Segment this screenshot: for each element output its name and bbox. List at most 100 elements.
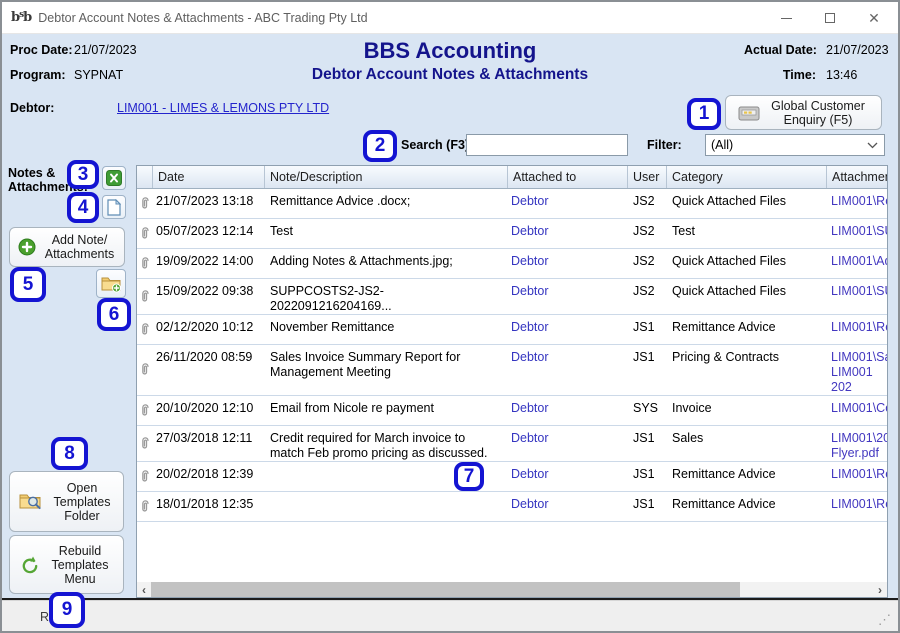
attached-to-link[interactable]: Debtor [511,497,549,511]
cell-user: JS2 [627,219,666,248]
callout-7: 7 [454,462,484,491]
new-note-button[interactable] [102,195,126,219]
attachment-link[interactable]: LIM001\Rem [831,320,887,334]
quick-attach-folder-button[interactable] [96,269,126,298]
table-row[interactable]: 26/11/2020 08:59 Sales Invoice Summary R… [137,345,887,396]
maximize-button[interactable] [808,2,852,34]
time-value: 13:46 [826,68,857,82]
column-header-date[interactable]: Date [152,166,264,188]
table-row[interactable]: 05/07/2023 12:14 Test Debtor JS2 Test LI… [137,219,887,249]
actual-date-label: Actual Date: [744,43,816,57]
table-row[interactable]: 02/12/2020 10:12 November Remittance Deb… [137,315,887,345]
attachment-link[interactable]: LIM001\Rem [831,497,887,511]
column-header-note[interactable]: Note/Description [264,166,507,188]
attachment-link[interactable]: LIM001\SUP [831,224,887,238]
resize-grip-icon[interactable]: ⋰ [878,612,892,628]
global-customer-enquiry-button[interactable]: Global Customer Enquiry (F5) [725,95,882,130]
table-row[interactable]: 20/02/2018 12:39 Debtor JS1 Remittance A… [137,462,887,492]
paperclip-icon [139,436,150,452]
rebuild-templates-menu-button[interactable]: Rebuild Templates Menu [9,535,124,594]
attachment-link[interactable]: LIM001\Sale LIM001 202 [831,350,887,394]
cell-note: SUPPCOSTS2-JS2-2022091216204169... [264,279,507,314]
attached-to-link[interactable]: Debtor [511,224,549,238]
cell-note: Sales Invoice Summary Report for Managem… [264,345,507,395]
search-input[interactable] [466,134,628,156]
close-button[interactable]: ✕ [852,2,896,34]
attached-to-link[interactable]: Debtor [511,284,549,298]
scrollbar-thumb[interactable] [151,582,740,597]
cell-date: 27/03/2018 12:11 [152,426,264,461]
table-row[interactable]: 19/09/2022 14:00 Adding Notes & Attachme… [137,249,887,279]
table-row[interactable]: 18/01/2018 12:35 Debtor JS1 Remittance A… [137,492,887,522]
cell-user: JS1 [627,492,666,521]
export-to-excel-button[interactable] [102,166,126,190]
cell-category: Invoice [666,396,826,425]
notes-attachments-table: Date Note/Description Attached to User C… [136,165,888,598]
cell-date: 20/02/2018 12:39 [152,462,264,491]
actual-date-value: 21/07/2023 [826,43,889,57]
title-bar: bsb Debtor Account Notes & Attachments -… [2,2,898,34]
cell-user: JS2 [627,249,666,278]
app-window: bsb Debtor Account Notes & Attachments -… [0,0,900,633]
cell-category: Test [666,219,826,248]
column-header-user[interactable]: User [627,166,666,188]
debtor-link[interactable]: LIM001 - LIMES & LEMONS PTY LTD [117,101,329,115]
add-note-attachments-button[interactable]: Add Note/ Attachments [9,227,125,267]
attachment-link[interactable]: LIM001\Add [831,254,887,268]
card-file-icon [738,104,760,122]
column-header-attached-to[interactable]: Attached to [507,166,627,188]
table-row[interactable]: 15/09/2022 09:38 SUPPCOSTS2-JS2-20220912… [137,279,887,315]
paperclip-icon [139,469,150,485]
cell-note: Email from Nicole re payment [264,396,507,425]
cell-category: Quick Attached Files [666,279,826,314]
folder-search-icon [19,491,43,512]
column-header-attachment[interactable]: Attachment [826,166,887,188]
cell-user: JS1 [627,315,666,344]
cell-note: November Remittance [264,315,507,344]
paperclip-icon [139,256,150,272]
chevron-down-icon [867,142,878,149]
attached-to-link[interactable]: Debtor [511,401,549,415]
attached-to-link[interactable]: Debtor [511,320,549,334]
cell-category: Quick Attached Files [666,189,826,218]
filter-select[interactable]: (All) [705,134,885,156]
attached-to-link[interactable]: Debtor [511,350,549,364]
cell-date: 20/10/2020 12:10 [152,396,264,425]
attachment-link[interactable]: LIM001\SUP [831,284,887,298]
cell-category: Quick Attached Files [666,249,826,278]
attached-to-link[interactable]: Debtor [511,467,549,481]
attachment-link[interactable]: LIM001\Rem [831,467,887,481]
callout-4: 4 [67,192,99,223]
attached-to-link[interactable]: Debtor [511,194,549,208]
attachment-link[interactable]: LIM001\Con [831,401,887,415]
maximize-icon [825,13,835,23]
cell-category: Remittance Advice [666,315,826,344]
column-header-clip[interactable] [137,166,152,188]
close-icon: ✕ [868,11,880,25]
cell-category: Sales [666,426,826,461]
minimize-button[interactable] [764,2,808,34]
paperclip-icon [139,403,150,419]
paperclip-icon [139,499,150,515]
status-bar: R ⋰ [2,600,898,631]
attachment-link[interactable]: LIM001\201 Flyer.pdf [831,431,887,460]
scroll-left-arrow[interactable]: ‹ [137,582,151,597]
cell-category: Pricing & Contracts [666,345,826,395]
table-row[interactable]: 27/03/2018 12:11 Credit required for Mar… [137,426,887,462]
cell-category: Remittance Advice [666,492,826,521]
attached-to-link[interactable]: Debtor [511,254,549,268]
table-row[interactable]: 20/10/2020 12:10 Email from Nicole re pa… [137,396,887,426]
open-templates-folder-button[interactable]: Open Templates Folder [9,471,124,532]
cell-date: 19/09/2022 14:00 [152,249,264,278]
table-row[interactable]: 21/07/2023 13:18 Remittance Advice .docx… [137,189,887,219]
attachment-link[interactable]: LIM001\Rem [831,194,887,208]
column-header-category[interactable]: Category [666,166,826,188]
horizontal-scrollbar[interactable]: ‹ › [137,582,887,597]
scroll-right-arrow[interactable]: › [873,582,887,597]
cell-user: JS2 [627,279,666,314]
filter-selected-value: (All) [711,138,733,152]
attached-to-link[interactable]: Debtor [511,431,549,445]
cell-note [264,492,507,521]
callout-5: 5 [10,267,46,302]
cell-date: 21/07/2023 13:18 [152,189,264,218]
